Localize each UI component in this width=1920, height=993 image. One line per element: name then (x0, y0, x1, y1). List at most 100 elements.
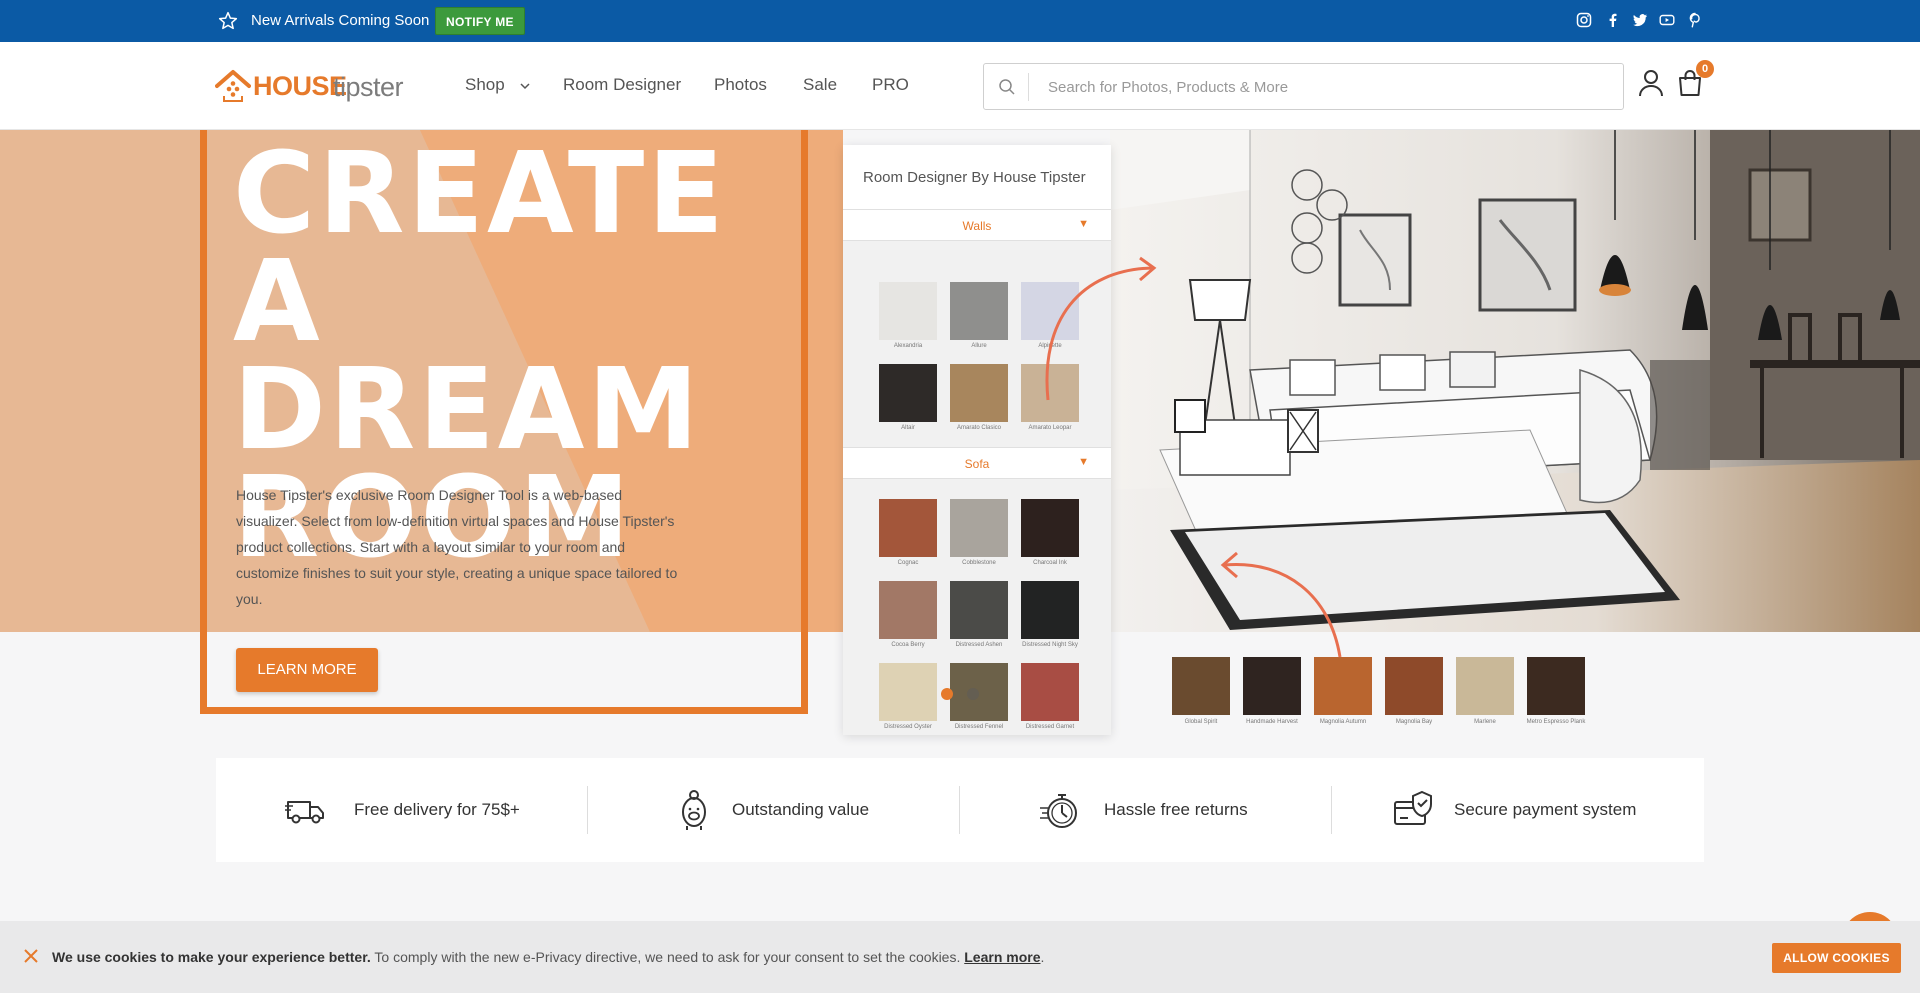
search-bar (983, 63, 1624, 110)
sofa-swatch-label: Cobblestone (962, 560, 996, 566)
wall-swatch-label: Amarato Leopar (1028, 425, 1072, 431)
stopwatch-icon (1040, 794, 1077, 828)
cookie-end: . (1040, 949, 1045, 965)
floor-swatch[interactable] (1172, 657, 1230, 715)
floor-swatch-label: Magnolia Bay (1395, 719, 1433, 725)
sofa-swatch-label: Distressed Night Sky (1022, 642, 1078, 648)
secure-payment-icon (1394, 790, 1432, 825)
sofa-swatch[interactable] (950, 581, 1008, 639)
top-bar: New Arrivals Coming Soon NOTIFY ME (0, 0, 1920, 42)
cookie-banner: We use cookies to make your experience b… (0, 921, 1920, 993)
walls-dropdown[interactable]: Walls ▼ (843, 209, 1111, 241)
site-logo[interactable]: HOUSE tipster (215, 67, 415, 107)
sofa-swatch[interactable] (1021, 663, 1079, 721)
instagram-icon[interactable] (1576, 12, 1592, 28)
feature-label: Hassle free returns (1104, 800, 1248, 819)
cookie-bold-text: We use cookies to make your experience b… (52, 949, 371, 965)
sofa-label: Sofa (964, 457, 990, 471)
youtube-icon[interactable] (1659, 12, 1675, 28)
floor-pointer-arrow (1220, 551, 1342, 658)
notify-me-button[interactable]: NOTIFY ME (435, 7, 525, 35)
search-icon[interactable] (998, 78, 1016, 96)
cart-count-badge: 0 (1696, 60, 1714, 78)
floor-swatch[interactable] (1527, 657, 1585, 715)
wall-swatch-label: Alexandria (893, 343, 923, 349)
wall-swatch-label: Allure (971, 343, 987, 349)
headline-line-2: A DREAM (233, 237, 702, 475)
wall-swatch[interactable] (950, 364, 1008, 422)
panel-title: Room Designer By House Tipster (863, 169, 1086, 186)
sofa-swatch-label: Charcoal Ink (1033, 560, 1067, 566)
nav-shop-label: Shop (465, 75, 505, 94)
pinterest-icon[interactable] (1687, 12, 1703, 28)
floor-swatch-label: Marlene (1474, 719, 1496, 725)
cookie-text: We use cookies to make your experience b… (52, 949, 1044, 965)
sofa-dropdown[interactable]: Sofa ▼ (843, 447, 1111, 479)
user-account-icon[interactable] (1638, 69, 1664, 97)
floor-swatch-label: Metro Espresso Plank (1526, 719, 1586, 725)
feature-divider (959, 786, 960, 834)
house-logo-icon (215, 70, 251, 102)
nav-shop[interactable]: Shop (465, 75, 531, 95)
sofa-swatch[interactable] (879, 663, 937, 721)
cookie-body-text: To comply with the new e-Privacy directi… (370, 949, 965, 965)
floor-swatch-label: Magnolia Autumn (1319, 719, 1367, 725)
floor-swatch[interactable] (1385, 657, 1443, 715)
wall-swatch-label: Amarato Clasico (956, 425, 1001, 431)
sofa-swatch[interactable] (879, 581, 937, 639)
feature-label: Outstanding value (732, 800, 870, 819)
floor-swatch[interactable] (1314, 657, 1372, 715)
feature-divider (587, 786, 588, 834)
sofa-swatch-label: Cognac (897, 560, 919, 566)
sofa-swatch-label: Cocoa Berry (891, 642, 925, 648)
facebook-icon[interactable] (1605, 12, 1621, 28)
floor-swatch-label: Global Spirit (1184, 719, 1218, 725)
chevron-down-icon (520, 82, 530, 89)
twitter-icon[interactable] (1632, 12, 1648, 28)
piggy-bank-icon (682, 790, 706, 830)
wall-swatch[interactable] (879, 364, 937, 422)
star-icon (218, 11, 238, 30)
search-divider (1028, 73, 1029, 101)
wall-swatch[interactable] (879, 282, 937, 340)
nav-room-designer[interactable]: Room Designer (563, 75, 681, 95)
walls-pointer-arrow (1045, 256, 1157, 401)
carousel-dot-active[interactable] (941, 688, 953, 700)
walls-label: Walls (962, 219, 992, 233)
headline-line-1: CREATE (233, 129, 727, 259)
sofa-swatch-label: Distressed Garnet (1025, 724, 1075, 730)
learn-more-button[interactable]: LEARN MORE (236, 648, 378, 692)
search-input[interactable] (1048, 74, 1608, 100)
floor-swatch[interactable] (1243, 657, 1301, 715)
sofa-swatch-label: Distressed Fennel (954, 724, 1004, 730)
sofa-swatch-label: Distressed Oyster (884, 724, 932, 730)
sofa-swatch[interactable] (950, 499, 1008, 557)
nav-sale[interactable]: Sale (803, 75, 837, 95)
learn-more-link[interactable]: Learn more (964, 949, 1040, 965)
floor-swatch[interactable] (1456, 657, 1514, 715)
sofa-swatch[interactable] (950, 663, 1008, 721)
dropdown-arrow-icon: ▼ (1078, 218, 1089, 230)
wall-swatch[interactable] (950, 282, 1008, 340)
nav-photos[interactable]: Photos (714, 75, 767, 95)
promo-text: New Arrivals Coming Soon (251, 12, 430, 29)
feature-label: Free delivery for 75$+ (354, 800, 520, 819)
dropdown-arrow-icon: ▼ (1078, 456, 1089, 468)
close-icon[interactable] (22, 947, 40, 965)
delivery-truck-icon (285, 801, 324, 824)
feature-divider (1331, 786, 1332, 834)
allow-cookies-button[interactable]: ALLOW COOKIES (1772, 943, 1901, 973)
sofa-swatch[interactable] (1021, 499, 1079, 557)
sofa-swatch[interactable] (1021, 581, 1079, 639)
logo-tipster-text: tipster (333, 72, 404, 102)
carousel-dot[interactable] (967, 688, 979, 700)
features-bar: Free delivery for 75$+ Outstanding value… (216, 758, 1704, 862)
site-header: HOUSE tipster Shop Room Designer Photos … (0, 42, 1920, 130)
hero-description: House Tipster's exclusive Room Designer … (236, 487, 678, 607)
nav-pro[interactable]: PRO (872, 75, 909, 95)
wall-swatch-label: Altair (901, 425, 915, 431)
sofa-swatch-label: Distressed Ashen (955, 642, 1003, 648)
floor-swatch-label: Handmade Harvest (1246, 719, 1298, 725)
feature-label: Secure payment system (1454, 800, 1637, 819)
sofa-swatch[interactable] (879, 499, 937, 557)
